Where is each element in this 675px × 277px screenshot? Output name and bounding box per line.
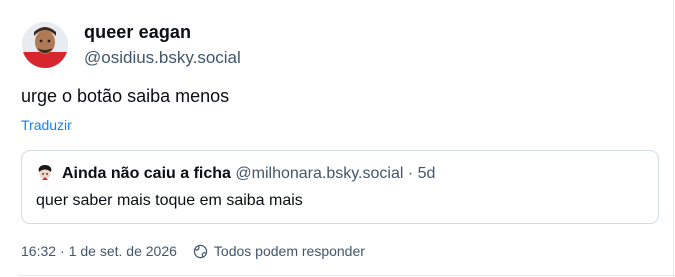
separator-dot: · — [407, 165, 414, 182]
author-display-name[interactable]: queer eagan — [84, 22, 191, 43]
quoted-post-header: Ainda não caiu a ficha @milhonara.bsky.s… — [62, 165, 435, 183]
post-meta: 16:32 · 1 de set. de 2026 Todos podem re… — [21, 243, 365, 259]
post-date[interactable]: 1 de set. de 2026 — [69, 243, 177, 259]
quoted-author-handle[interactable]: @milhonara.bsky.social — [235, 165, 403, 182]
divider — [673, 0, 674, 277]
post-text: urge o botão saiba menos — [21, 86, 230, 106]
divider — [18, 275, 675, 276]
translate-link[interactable]: Traduzir — [21, 117, 72, 133]
quoted-author-avatar[interactable] — [36, 164, 54, 182]
quoted-post[interactable]: Ainda não caiu a ficha @milhonara.bsky.s… — [21, 150, 659, 224]
quoted-author-name[interactable]: Ainda não caiu a ficha — [62, 165, 231, 182]
quoted-post-text: quer saber mais toque em saiba mais — [36, 192, 303, 209]
author-avatar[interactable] — [22, 22, 68, 68]
post-timestamp[interactable]: 16:32 — [21, 243, 56, 259]
globe-icon — [193, 244, 208, 259]
separator-dot: · — [60, 243, 65, 259]
author-handle[interactable]: @osidius.bsky.social — [84, 48, 241, 68]
reply-setting[interactable]: Todos podem responder — [214, 243, 365, 259]
post: queer eagan @osidius.bsky.social urge o … — [0, 0, 675, 277]
quoted-post-time[interactable]: 5d — [418, 165, 436, 182]
